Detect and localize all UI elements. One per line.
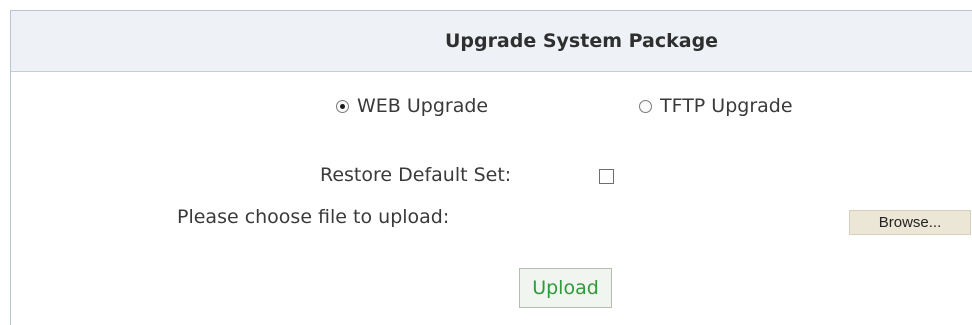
radio-tftp-upgrade-label: TFTP Upgrade: [660, 95, 793, 117]
upload-button[interactable]: Upload: [519, 268, 612, 308]
panel-title: Upgrade System Package: [444, 30, 719, 52]
radio-web-upgrade-label: WEB Upgrade: [357, 95, 489, 117]
radio-selected-dot: [340, 103, 345, 109]
panel-header: Upgrade System Package: [11, 11, 972, 72]
restore-default-checkbox[interactable]: [599, 169, 614, 184]
radio-web-upgrade-control[interactable]: [336, 99, 349, 113]
upgrade-panel: Upgrade System Package WEB Upgrade TFTP …: [10, 10, 972, 325]
browse-button[interactable]: Browse...: [849, 210, 971, 235]
file-upload-label: Please choose file to upload:: [177, 206, 450, 228]
radio-tftp-upgrade-control[interactable]: [639, 99, 652, 113]
radio-web-upgrade[interactable]: WEB Upgrade: [336, 95, 488, 117]
restore-default-label: Restore Default Set:: [320, 164, 512, 186]
radio-tftp-upgrade[interactable]: TFTP Upgrade: [639, 95, 793, 117]
